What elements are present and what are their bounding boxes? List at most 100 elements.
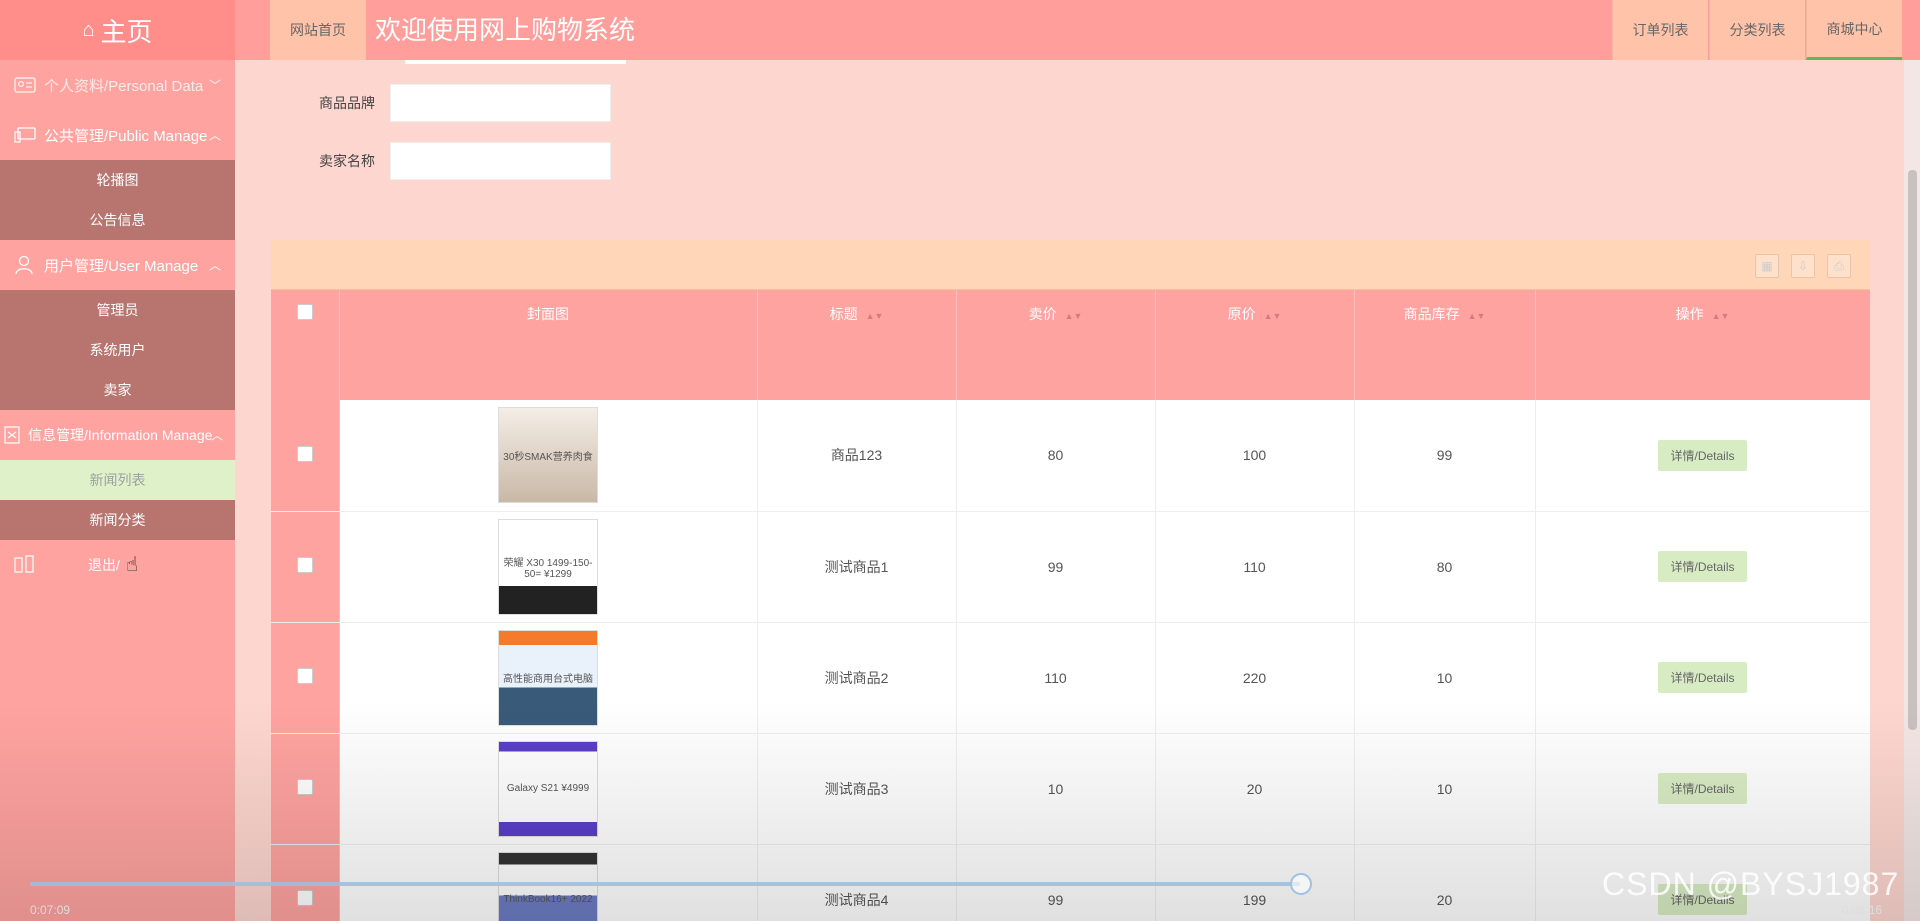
chevron-up-icon: ︿ <box>208 128 221 143</box>
nav-order-list[interactable]: 订单列表 <box>1612 0 1708 60</box>
table-row: 高性能商用台式电脑 测试商品2 110 220 10 详情/Details <box>271 622 1870 734</box>
column-header-price[interactable]: 卖价 ▲▼ <box>956 290 1156 400</box>
seller-input[interactable] <box>390 142 611 180</box>
table-row: Galaxy S21 ¥4999 测试商品3 10 20 10 详情/Detai… <box>271 733 1870 845</box>
row-checkbox[interactable] <box>296 557 313 573</box>
info-manage-submenu: 新闻列表 新闻分类 <box>0 460 235 540</box>
column-header-cover: 封面图 <box>339 290 758 400</box>
sort-icon[interactable]: ▲▼ <box>866 311 884 321</box>
sort-icon[interactable]: ▲▼ <box>1065 311 1083 321</box>
page-scrollbar[interactable] <box>1904 60 1920 921</box>
original-price-cell: 110 <box>1155 511 1355 623</box>
title-cell: 测试商品1 <box>757 511 957 623</box>
sidebar-item-carousel[interactable]: 轮播图 <box>0 160 235 200</box>
user-manage-submenu: 管理员 系统用户 卖家 <box>0 290 235 410</box>
stock-cell: 20 <box>1354 844 1536 921</box>
top-header: 网站首页 欢迎使用网上购物系统 订单列表 分类列表 商城中心 <box>235 0 1920 60</box>
video-total-time: 0:08:16 <box>1842 903 1883 917</box>
row-select-cell <box>271 622 340 734</box>
sidebar-item-seller[interactable]: 卖家 <box>0 370 235 410</box>
select-all-checkbox[interactable] <box>296 304 313 320</box>
original-price-cell: 100 <box>1155 400 1355 512</box>
column-header-original-price[interactable]: 原价 ▲▼ <box>1155 290 1355 400</box>
action-cell: 详情/Details <box>1535 622 1870 734</box>
row-select-cell <box>271 733 340 845</box>
sidebar-group-label: 个人资料/Personal Data <box>44 77 204 95</box>
sidebar-group-label: 公共管理/Public Manage <box>44 127 208 145</box>
product-cover-image: Galaxy S21 ¥4999 <box>498 740 598 837</box>
title-cell: 商品123 <box>757 400 957 512</box>
search-form: 商品品牌 卖家名称 <box>235 60 1905 240</box>
title-cell: 测试商品3 <box>757 733 957 845</box>
sort-icon[interactable]: ▲▼ <box>1712 311 1730 321</box>
logout-button[interactable]: 退出/ <box>0 540 235 590</box>
stock-cell: 80 <box>1354 511 1536 623</box>
stock-cell: 99 <box>1354 400 1536 512</box>
page-title: 欢迎使用网上购物系统 <box>375 15 636 45</box>
sidebar-group-public-manage[interactable]: 公共管理/Public Manage ︿ <box>0 110 235 160</box>
video-current-time: 0:07:09 <box>30 903 71 917</box>
sidebar-group-personal[interactable]: 个人资料/Personal Data ﹀ <box>0 60 235 110</box>
details-button[interactable]: 详情/Details <box>1658 773 1747 804</box>
document-icon <box>4 425 24 445</box>
brand-label: 商品品牌 <box>319 95 375 111</box>
home-icon: ⌂ <box>82 18 95 41</box>
columns-icon[interactable]: ▦ <box>1755 254 1779 278</box>
sidebar-item-news-category[interactable]: 新闻分类 <box>0 500 235 540</box>
product-table-card: ▦ ⇩ ⎙ 封面图 标题 ▲▼ 卖价 ▲▼ 原价 ▲▼ 商品库存 ▲▼ 操作 ▲▼ 30秒… <box>271 240 1870 921</box>
export-icon[interactable]: ⇩ <box>1791 254 1815 278</box>
sidebar-item-notice[interactable]: 公告信息 <box>0 200 235 240</box>
table-toolbar: ▦ ⇩ ⎙ <box>271 240 1870 290</box>
column-header-stock[interactable]: 商品库存 ▲▼ <box>1354 290 1536 400</box>
sidebar-item-news-list[interactable]: 新闻列表 <box>0 460 235 500</box>
brand-input[interactable] <box>390 84 611 122</box>
cover-cell: 高性能商用台式电脑 <box>339 622 758 734</box>
details-button[interactable]: 详情/Details <box>1658 551 1747 582</box>
row-select-cell <box>271 400 340 512</box>
product-table: 封面图 标题 ▲▼ 卖价 ▲▼ 原价 ▲▼ 商品库存 ▲▼ 操作 ▲▼ 30秒SMAK营养… <box>271 290 1870 921</box>
brand-row: 商品品牌 <box>235 84 611 122</box>
chevron-up-icon: ︿ <box>208 258 221 273</box>
row-checkbox[interactable] <box>296 779 313 795</box>
row-checkbox[interactable] <box>296 668 313 684</box>
price-cell: 110 <box>956 622 1156 734</box>
action-cell: 详情/Details <box>1535 733 1870 845</box>
column-header-title[interactable]: 标题 ▲▼ <box>757 290 957 400</box>
column-header-action[interactable]: 操作 ▲▼ <box>1535 290 1870 400</box>
product-cover-image: ThinkBook16+ 2022 <box>498 851 598 921</box>
website-home-link[interactable]: 网站首页 <box>270 0 366 60</box>
video-progress-knob[interactable] <box>1290 873 1312 895</box>
sidebar-group-info-manage[interactable]: 信息管理/Information Manage ︿ <box>0 410 235 460</box>
home-label: 主页 <box>100 16 153 47</box>
select-all-cell <box>271 290 340 400</box>
home-link[interactable]: ⌂ 主页 <box>0 0 235 60</box>
stock-cell: 10 <box>1354 622 1536 734</box>
product-cover-image: 荣耀 X30 1499-150-50= ¥1299 <box>498 518 598 615</box>
nav-category-list[interactable]: 分类列表 <box>1709 0 1805 60</box>
sidebar-group-user-manage[interactable]: 用户管理/User Manage ︿ <box>0 240 235 290</box>
sidebar-item-admin[interactable]: 管理员 <box>0 290 235 330</box>
sort-icon[interactable]: ▲▼ <box>1468 311 1486 321</box>
details-button[interactable]: 详情/Details <box>1658 439 1747 471</box>
sort-icon[interactable]: ▲▼ <box>1264 311 1282 321</box>
details-button[interactable]: 详情/Details <box>1658 662 1747 693</box>
scrollbar-thumb[interactable] <box>1908 170 1917 730</box>
cover-cell: Galaxy S21 ¥4999 <box>339 733 758 845</box>
product-cover-image: 30秒SMAK营养肉食 <box>498 407 598 504</box>
print-icon[interactable]: ⎙ <box>1827 254 1851 278</box>
price-cell: 80 <box>956 400 1156 512</box>
chevron-down-icon: ﹀ <box>208 78 221 93</box>
partial-input[interactable] <box>405 60 626 64</box>
row-checkbox[interactable] <box>296 445 313 462</box>
video-progress-bar[interactable] <box>30 882 1300 886</box>
seller-label: 卖家名称 <box>319 153 375 169</box>
nav-mall-center[interactable]: 商城中心 <box>1806 0 1902 60</box>
product-cover-image: 高性能商用台式电脑 <box>498 629 598 726</box>
table-row: 荣耀 X30 1499-150-50= ¥1299 测试商品1 99 110 8… <box>271 511 1870 623</box>
action-cell: 详情/Details <box>1535 511 1870 623</box>
price-cell: 99 <box>956 511 1156 623</box>
stock-cell: 10 <box>1354 733 1536 845</box>
row-checkbox[interactable] <box>296 890 313 906</box>
table-header-row: 封面图 标题 ▲▼ 卖价 ▲▼ 原价 ▲▼ 商品库存 ▲▼ 操作 ▲▼ <box>271 290 1870 400</box>
sidebar-item-system-users[interactable]: 系统用户 <box>0 330 235 370</box>
